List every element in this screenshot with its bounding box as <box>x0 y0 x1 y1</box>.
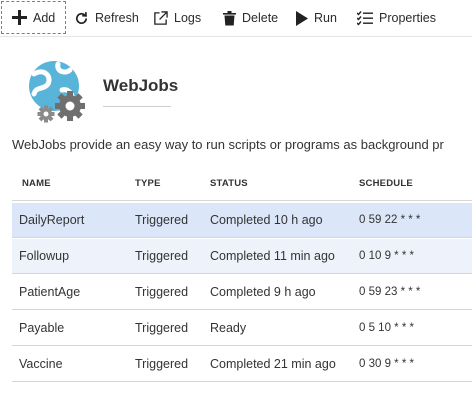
run-label: Run <box>314 11 337 25</box>
column-header-status[interactable]: STATUS <box>210 178 248 189</box>
cell-schedule: 0 59 22 * * * <box>359 214 421 226</box>
cell-name: Followup <box>19 249 70 263</box>
table-row[interactable]: Payable Triggered Ready 0 5 10 * * * <box>12 311 472 346</box>
cell-status: Ready <box>210 321 247 335</box>
play-icon <box>296 10 308 26</box>
cell-type: Triggered <box>135 213 189 227</box>
cell-name: PatientAge <box>19 285 81 299</box>
refresh-icon <box>76 11 88 24</box>
properties-label: Properties <box>379 11 436 25</box>
title-divider <box>103 106 171 107</box>
logs-button[interactable]: Logs <box>153 4 201 32</box>
table-row[interactable]: DailyReport Triggered Completed 10 h ago… <box>12 203 472 238</box>
table-header-divider <box>12 200 472 201</box>
cell-schedule: 0 10 9 * * * <box>359 250 414 262</box>
column-header-name[interactable]: NAME <box>22 178 51 189</box>
cell-name: Vaccine <box>19 357 63 371</box>
cell-status: Completed 11 min ago <box>210 249 335 263</box>
delete-button[interactable]: Delete <box>223 4 278 32</box>
cell-type: Triggered <box>135 249 189 263</box>
command-bar: Add Refresh Logs Delete Run Properties <box>0 0 472 37</box>
list-icon <box>357 10 373 26</box>
run-button[interactable]: Run <box>296 4 337 32</box>
trash-icon <box>223 10 236 25</box>
webjobs-globe-gears-icon <box>29 61 85 123</box>
add-button[interactable]: Add <box>1 1 67 34</box>
cell-type: Triggered <box>135 357 189 371</box>
page-description: WebJobs provide an easy way to run scrip… <box>12 137 444 152</box>
cell-name: DailyReport <box>19 213 85 227</box>
properties-button[interactable]: Properties <box>357 4 436 32</box>
cell-name: Payable <box>19 321 65 335</box>
logs-label: Logs <box>174 11 202 25</box>
page-title: WebJobs <box>103 76 179 95</box>
cell-status: Completed 10 h ago <box>210 213 323 227</box>
cell-type: Triggered <box>135 285 189 299</box>
refresh-label: Refresh <box>95 11 139 25</box>
cell-schedule: 0 30 9 * * * <box>359 358 414 370</box>
delete-label: Delete <box>242 11 279 25</box>
table-row[interactable]: PatientAge Triggered Completed 9 h ago 0… <box>12 275 472 310</box>
add-label: Add <box>33 10 56 25</box>
table-row[interactable]: Followup Triggered Completed 11 min ago … <box>12 239 472 274</box>
cell-status: Completed 21 min ago <box>210 357 336 371</box>
column-header-type[interactable]: TYPE <box>135 178 161 189</box>
column-header-schedule[interactable]: SCHEDULE <box>359 178 413 189</box>
plus-icon <box>12 10 27 25</box>
cell-schedule: 0 59 23 * * * <box>359 286 421 298</box>
refresh-button[interactable]: Refresh <box>74 4 139 32</box>
cell-schedule: 0 5 10 * * * <box>359 322 414 334</box>
cell-type: Triggered <box>135 321 189 335</box>
external-link-icon <box>154 10 168 25</box>
table-row[interactable]: Vaccine Triggered Completed 21 min ago 0… <box>12 347 472 382</box>
cell-status: Completed 9 h ago <box>210 285 316 299</box>
